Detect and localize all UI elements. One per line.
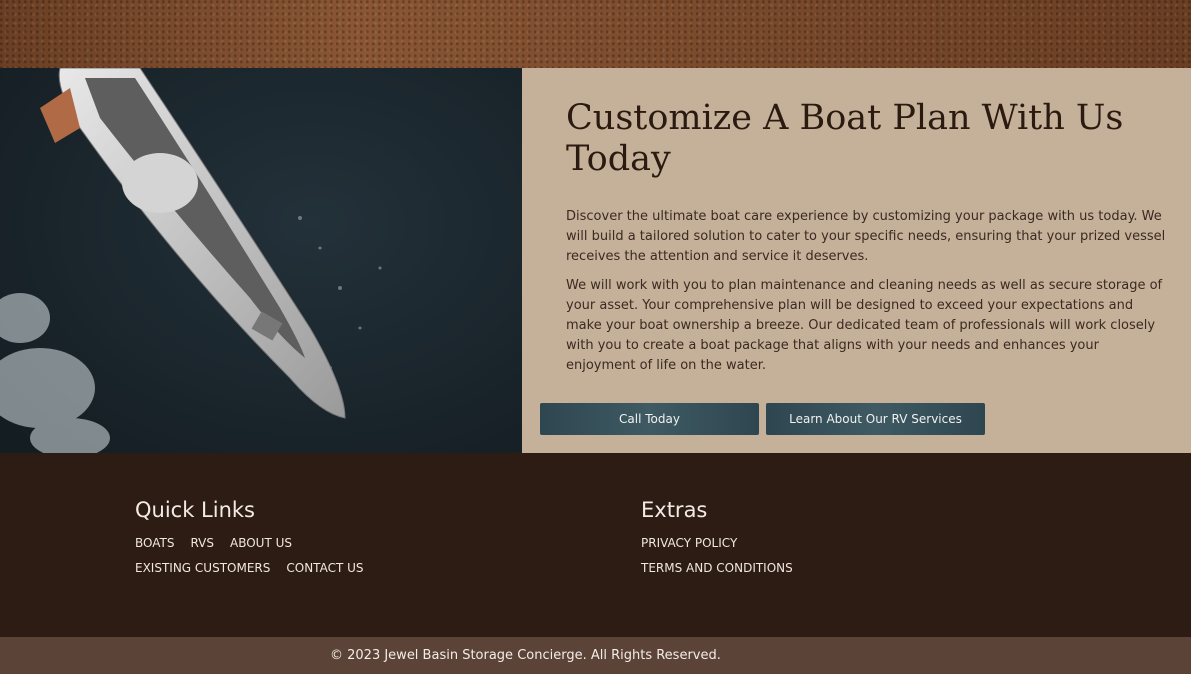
copyright-bar: © 2023 Jewel Basin Storage Concierge. Al…	[0, 637, 1191, 674]
boat-aerial-photo	[0, 68, 522, 453]
link-existing-customers[interactable]: EXISTING CUSTOMERS	[135, 561, 270, 575]
call-today-button[interactable]: Call Today	[540, 403, 759, 435]
hero-section: Customize A Boat Plan With Us Today Disc…	[0, 68, 1191, 453]
content-panel: Customize A Boat Plan With Us Today Disc…	[522, 68, 1191, 453]
link-terms-and-conditions[interactable]: TERMS AND CONDITIONS	[641, 561, 925, 575]
extras-column: Extras PRIVACY POLICY TERMS AND CONDITIO…	[641, 498, 941, 586]
leather-texture-banner	[0, 0, 1191, 68]
extras-list: PRIVACY POLICY TERMS AND CONDITIONS	[641, 536, 941, 586]
copyright-text: © 2023 Jewel Basin Storage Concierge. Al…	[330, 648, 721, 663]
quick-links-heading: Quick Links	[135, 498, 256, 522]
link-privacy-policy[interactable]: PRIVACY POLICY	[641, 536, 925, 550]
rv-services-button[interactable]: Learn About Our RV Services	[766, 403, 985, 435]
link-about-us[interactable]: ABOUT US	[230, 536, 292, 550]
footer: Quick Links BOATS RVS ABOUT US EXISTING …	[0, 453, 1191, 637]
quick-links-column: Quick Links BOATS RVS ABOUT US EXISTING …	[135, 498, 435, 586]
link-contact-us[interactable]: CONTACT US	[286, 561, 363, 575]
intro-paragraph: Discover the ultimate boat care experien…	[566, 209, 1166, 264]
quick-links-list: BOATS RVS ABOUT US EXISTING CUSTOMERS CO…	[135, 536, 435, 586]
link-rvs[interactable]: RVS	[190, 536, 214, 550]
extras-heading: Extras	[641, 498, 708, 522]
details-paragraph: We will work with you to plan maintenanc…	[566, 278, 1163, 373]
section-title: Customize A Boat Plan With Us Today	[566, 98, 1124, 179]
link-boats[interactable]: BOATS	[135, 536, 174, 550]
